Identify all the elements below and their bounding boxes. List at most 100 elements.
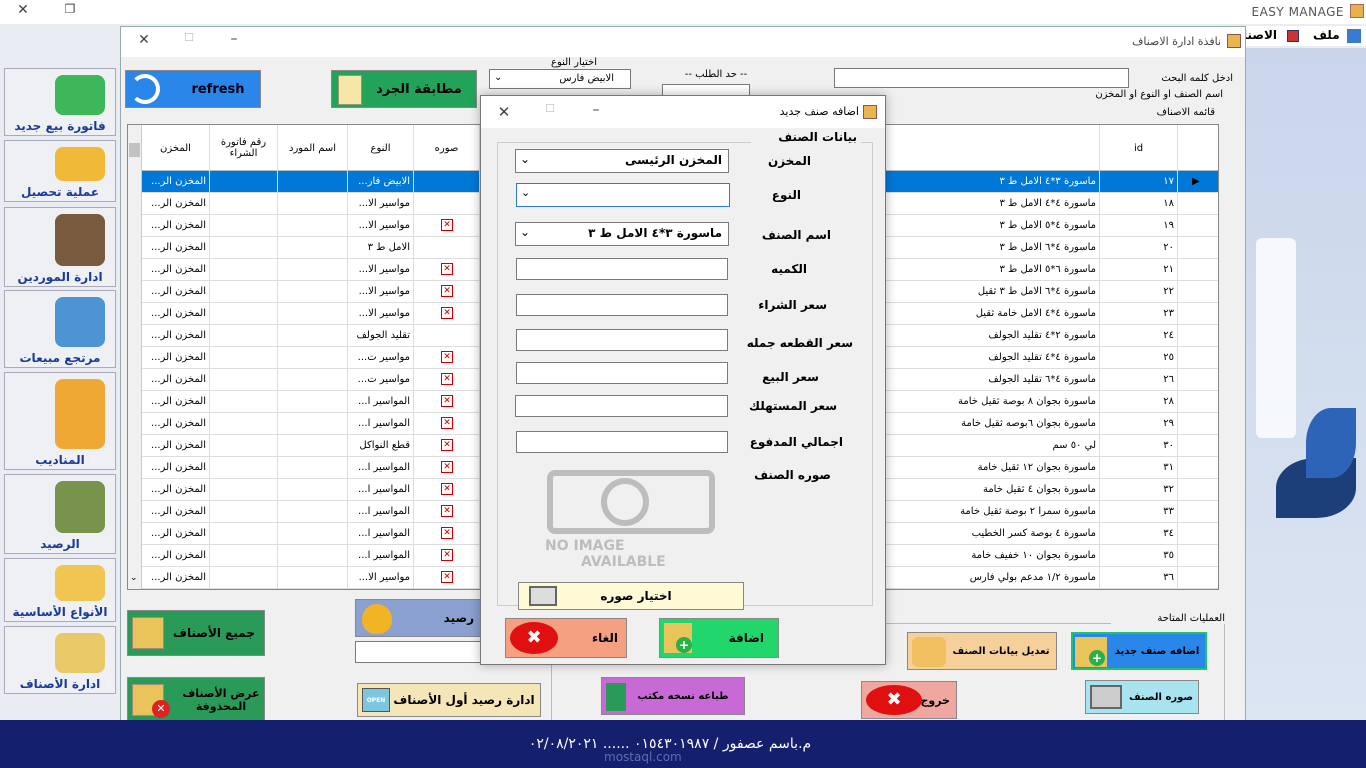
camera-lens-shape [601, 478, 649, 526]
return-bag-icon [55, 297, 105, 347]
cell-invoice [210, 501, 278, 523]
type-filter-select[interactable]: الابيض فارس ⌄ [489, 69, 631, 89]
cell-type: قطع النواكل [348, 435, 414, 457]
opening-balance-button[interactable]: OPEN ادارة رصيد أول الأصناف [357, 683, 541, 717]
add-item-button[interactable]: + اضافه صنف جديد [1071, 632, 1207, 670]
wholesale-price-field[interactable] [516, 329, 728, 351]
cell-image [414, 237, 480, 259]
missing-image-icon: ✕ [441, 351, 453, 363]
scrollbar-thumb[interactable] [129, 143, 140, 157]
add-button[interactable]: + اضافة [659, 618, 779, 658]
deleted-items-button[interactable]: ✕ عرض الأصناف المحذوفة [127, 677, 265, 723]
item-image-button[interactable]: صوره الصنف [1085, 680, 1199, 714]
cell-supplier [278, 435, 348, 457]
sidebar-item-label: المناديب [35, 453, 85, 467]
sidebar-item-label: الأنواع الأساسية [12, 605, 108, 619]
purchase-price-field[interactable] [516, 294, 728, 316]
cell-image: ✕ [414, 523, 480, 545]
window-close-icon[interactable]: ✕ [129, 32, 159, 48]
total-paid-label: اجمالي المدفوع [749, 435, 843, 449]
group-title: بيانات الصنف [751, 130, 861, 144]
all-items-button[interactable]: جميع الأصناف [127, 610, 265, 656]
consumer-price-field[interactable] [515, 395, 728, 417]
column-header[interactable]: اسم المورد [278, 125, 348, 171]
item-image-label: صوره الصنف [754, 468, 831, 482]
cell-id: ٢٣ [1100, 303, 1178, 325]
dialog-close-icon[interactable]: ✕ [489, 103, 519, 121]
window-minimize-icon[interactable]: – [219, 31, 249, 47]
list-title: قائمه الاصناف [1156, 107, 1215, 118]
truck-icon [55, 379, 105, 449]
cell-supplier [278, 237, 348, 259]
item-name-select[interactable]: ماسورة ٣*٤ الامل ط ٣ ⌄ [515, 222, 729, 246]
print-copy-button[interactable]: طباعه نسخه مكتب [601, 677, 745, 715]
edit-item-button[interactable]: تعديل بيانات الصنف [907, 632, 1057, 670]
cell-store: المخزن الر... [142, 523, 210, 545]
type-filter-label: اختيار النوع [550, 57, 598, 68]
close-icon[interactable]: ✕ [8, 2, 38, 18]
sidebar-item-label: ادارة الأصناف [19, 677, 101, 691]
column-header[interactable]: النوع [348, 125, 414, 171]
sidebar-item-4[interactable]: مرتجع مبيعات [4, 290, 116, 368]
column-header[interactable]: id [1100, 125, 1178, 171]
dialog-minimize-icon[interactable]: – [581, 102, 611, 118]
cell-id: ٣٣ [1100, 501, 1178, 523]
column-header[interactable]: المخزن [142, 125, 210, 171]
exit-x-icon: ✖ [866, 685, 922, 715]
sidebar-item-1[interactable]: فاتورة بيع جديد [4, 68, 116, 136]
sidebar-item-7[interactable]: الأنواع الأساسية [4, 558, 116, 622]
cell-id: ٢٦ [1100, 369, 1178, 391]
scroll-down-icon[interactable]: ⌄ [130, 573, 138, 583]
dialog-maximize-icon[interactable]: ☐ [535, 102, 565, 115]
wholesale-price-label: سعر القطعه جمله [746, 336, 853, 350]
balance-button[interactable]: رصيد [355, 599, 483, 637]
no-image-placeholder: NO IMAGE AVAILABLE [541, 468, 721, 570]
quantity-field[interactable] [516, 258, 728, 280]
sale-price-field[interactable] [516, 362, 728, 384]
cell-store: المخزن الر... [142, 347, 210, 369]
delete-x-icon: ✕ [152, 700, 170, 718]
cell-store: المخزن الر... [142, 457, 210, 479]
sidebar-item-2[interactable]: عملية تحصيل [4, 140, 116, 202]
restore-icon[interactable]: ❐ [55, 2, 85, 16]
chevron-down-icon: ⌄ [521, 186, 531, 199]
search-label: ادخل كلمه البحث [1161, 73, 1233, 84]
cell-type: مواسير الا... [348, 259, 414, 281]
cell-type: مواسير ت... [348, 347, 414, 369]
window-maximize-icon[interactable]: ☐ [174, 31, 204, 44]
cell-invoice [210, 413, 278, 435]
menu-items[interactable]: الاصنا [1243, 28, 1277, 42]
inventory-match-button[interactable]: مطابقة الجرد [331, 70, 477, 108]
total-paid-field[interactable] [516, 431, 728, 453]
cell-store: المخزن الر... [142, 303, 210, 325]
cell-invoice [210, 523, 278, 545]
no-image-text: NO IMAGE [545, 538, 625, 554]
balance-field[interactable] [355, 641, 483, 663]
chevron-down-icon: ⌄ [520, 152, 531, 166]
cancel-x-icon: ✖ [510, 622, 558, 654]
cash-icon [55, 481, 105, 533]
cell-image: ✕ [414, 391, 480, 413]
cell-invoice [210, 545, 278, 567]
cell-store: المخزن الر... [142, 259, 210, 281]
menu-file[interactable]: ملف [1313, 28, 1340, 42]
search-input[interactable] [834, 68, 1129, 88]
sidebar-item-6[interactable]: الرصيد [4, 474, 116, 554]
type-select[interactable]: ⌄ [516, 183, 730, 207]
sidebar-item-5[interactable]: المناديب [4, 372, 116, 470]
money-bag-icon [55, 147, 105, 181]
column-header[interactable]: رقم فاتورة الشراء [210, 125, 278, 171]
cell-supplier [278, 347, 348, 369]
refresh-button[interactable]: refresh [125, 70, 261, 108]
cell-image [414, 193, 480, 215]
cell-image: ✕ [414, 259, 480, 281]
grid-scrollbar[interactable]: ⌄ [128, 125, 142, 589]
store-select[interactable]: المخزن الرئيسى ⌄ [515, 149, 729, 173]
cancel-button[interactable]: ✖ الغاء [505, 618, 627, 658]
choose-image-button[interactable]: اختيار صوره [518, 582, 744, 610]
sidebar-item-8[interactable]: ادارة الأصناف [4, 626, 116, 694]
cell-image: ✕ [414, 479, 480, 501]
sidebar-item-3[interactable]: ادارة الموردين [4, 207, 116, 287]
exit-button[interactable]: ✖ خروج [861, 681, 957, 719]
column-header[interactable]: صوره [414, 125, 480, 171]
